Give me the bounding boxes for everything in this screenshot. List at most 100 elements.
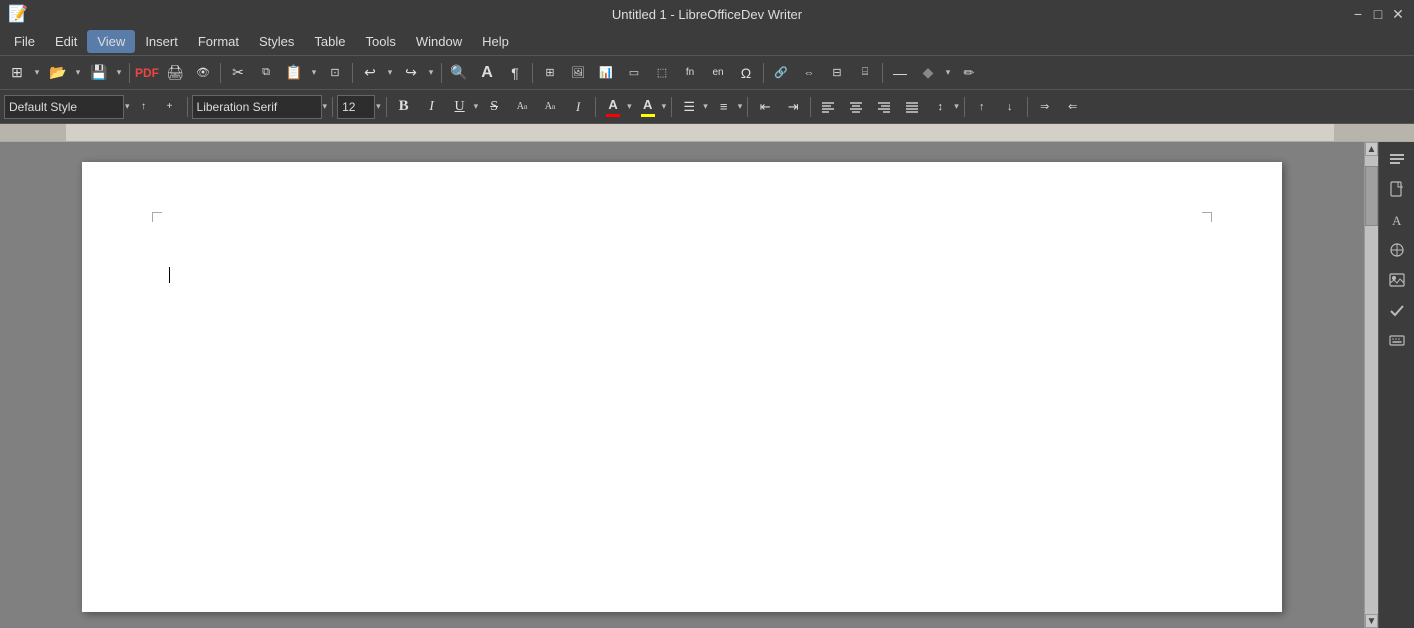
clone-format-button[interactable]: ⊡ [322, 60, 348, 86]
fontcolor-button[interactable]: A [600, 94, 626, 120]
document-area[interactable] [0, 142, 1364, 628]
redo-dropdown[interactable]: ▾ [425, 60, 437, 86]
print-button[interactable]: 🖨 [162, 60, 188, 86]
align-center-button[interactable] [843, 94, 869, 120]
ordered-list-button[interactable]: ≡ [711, 94, 737, 120]
sidebar-keyboard-button[interactable] [1383, 326, 1411, 354]
font-select[interactable] [192, 95, 322, 119]
bold-button[interactable]: B [391, 94, 417, 120]
header-footer-button[interactable]: ⊟ [824, 60, 850, 86]
menu-item-view[interactable]: View [87, 30, 135, 53]
insert-chart-button[interactable]: 📊 [593, 60, 619, 86]
close-button[interactable]: ✕ [1390, 6, 1406, 22]
new-style-button[interactable]: + [157, 94, 183, 120]
sidebar-page-button[interactable] [1383, 176, 1411, 204]
menu-item-insert[interactable]: Insert [135, 30, 188, 53]
fontcolor-dropdown-arrow[interactable]: ▾ [626, 94, 633, 120]
subscript-button[interactable]: An [537, 94, 563, 120]
unordered-dropdown-arrow[interactable]: ▾ [702, 94, 709, 120]
open-dropdown[interactable]: ▾ [72, 60, 84, 86]
align-left-button[interactable] [815, 94, 841, 120]
linespacing-dropdown-arrow[interactable]: ▾ [953, 94, 960, 120]
draw-button[interactable]: ✏ [956, 60, 982, 86]
insert-footnote-button[interactable]: fn [677, 60, 703, 86]
menu-item-edit[interactable]: Edit [45, 30, 87, 53]
sidebar-gallery-button[interactable] [1383, 236, 1411, 264]
menu-item-styles[interactable]: Styles [249, 30, 304, 53]
vertical-scrollbar[interactable]: ▲ ▼ [1364, 142, 1378, 628]
insert-frame-button[interactable]: ⬚ [649, 60, 675, 86]
outdent-button[interactable]: ⇤ [752, 94, 778, 120]
sidebar-styles-button[interactable]: A [1383, 206, 1411, 234]
redo-button[interactable]: ↪ [398, 60, 424, 86]
scroll-track[interactable] [1365, 156, 1378, 614]
copy-button[interactable]: ⧉ [253, 60, 279, 86]
style-select[interactable] [4, 95, 124, 119]
rtl-button[interactable]: ⇐ [1060, 94, 1086, 120]
font-dropdown-arrow[interactable]: ▾ [322, 94, 329, 120]
scroll-up-button[interactable]: ▲ [1365, 142, 1378, 156]
align-right-button[interactable] [871, 94, 897, 120]
unordered-list-button[interactable]: ☰ [676, 94, 702, 120]
menu-item-tools[interactable]: Tools [355, 30, 405, 53]
shadow-button[interactable]: I [565, 94, 591, 120]
insert-image-button[interactable]: 🖼 [565, 60, 591, 86]
save-dropdown[interactable]: ▾ [113, 60, 125, 86]
insert-endnote-button[interactable]: en [705, 60, 731, 86]
large-font-button[interactable]: A [474, 60, 500, 86]
hyperlink-button[interactable]: 🔗 [768, 60, 794, 86]
shapes-dropdown[interactable]: ▾ [942, 60, 954, 86]
size-dropdown-arrow[interactable]: ▾ [375, 94, 382, 120]
minimize-button[interactable]: − [1350, 6, 1366, 22]
special-char-button[interactable]: Ω [733, 60, 759, 86]
pilcrow-button[interactable]: ¶ [502, 60, 528, 86]
underline-dropdown-arrow[interactable]: ▾ [473, 94, 480, 120]
insert-textbox-button[interactable]: ▭ [621, 60, 647, 86]
paste-dropdown[interactable]: ▾ [308, 60, 320, 86]
highlight-dropdown-arrow[interactable]: ▾ [661, 94, 668, 120]
new-dropdown[interactable]: ▾ [31, 60, 43, 86]
print-preview-button[interactable]: 👁 [190, 60, 216, 86]
open-button[interactable]: 📂 [45, 60, 71, 86]
menu-item-table[interactable]: Table [304, 30, 355, 53]
increase-spacing-button[interactable]: ↑ [969, 94, 995, 120]
linespacing-button[interactable]: ↕ [927, 94, 953, 120]
cut-button[interactable]: ✂ [225, 60, 251, 86]
line-button[interactable]: — [887, 60, 913, 86]
menu-item-help[interactable]: Help [472, 30, 519, 53]
undo-dropdown[interactable]: ▾ [384, 60, 396, 86]
decrease-spacing-button[interactable]: ↓ [997, 94, 1023, 120]
maximize-button[interactable]: □ [1370, 6, 1386, 22]
document-page[interactable] [82, 162, 1282, 612]
scroll-down-button[interactable]: ▼ [1365, 614, 1378, 628]
new-button[interactable]: ⊞ [4, 60, 30, 86]
style-dropdown-arrow[interactable]: ▾ [124, 94, 131, 120]
size-select[interactable] [337, 95, 375, 119]
field-button[interactable]: ⌸ [852, 60, 878, 86]
paste-button[interactable]: 📋 [281, 60, 307, 86]
menu-item-format[interactable]: Format [188, 30, 249, 53]
highlight-button[interactable]: A [635, 94, 661, 120]
sidebar-properties-button[interactable] [1383, 146, 1411, 174]
shapes-button[interactable]: ◆ [915, 60, 941, 86]
find-button[interactable]: 🔍 [446, 60, 472, 86]
ltr-button[interactable]: ⇒ [1032, 94, 1058, 120]
menu-item-file[interactable]: File [4, 30, 45, 53]
sidebar-check-button[interactable] [1383, 296, 1411, 324]
update-style-button[interactable]: ↑ [131, 94, 157, 120]
indent-button[interactable]: ⇥ [780, 94, 806, 120]
insert-table-button[interactable]: ⊞ [537, 60, 563, 86]
export-pdf-button[interactable]: PDF [134, 60, 160, 86]
ordered-dropdown-arrow[interactable]: ▾ [737, 94, 744, 120]
save-button[interactable]: 💾 [86, 60, 112, 86]
scroll-thumb[interactable] [1365, 166, 1378, 226]
strikethrough-button[interactable]: S [481, 94, 507, 120]
sidebar-images-button[interactable] [1383, 266, 1411, 294]
menu-item-window[interactable]: Window [406, 30, 472, 53]
italic-button[interactable]: I [419, 94, 445, 120]
superscript-button[interactable]: An [509, 94, 535, 120]
undo-button[interactable]: ↩ [357, 60, 383, 86]
crossref-button[interactable]: ⇔ [796, 60, 822, 86]
underline-button[interactable]: U [447, 94, 473, 120]
align-justify-button[interactable] [899, 94, 925, 120]
